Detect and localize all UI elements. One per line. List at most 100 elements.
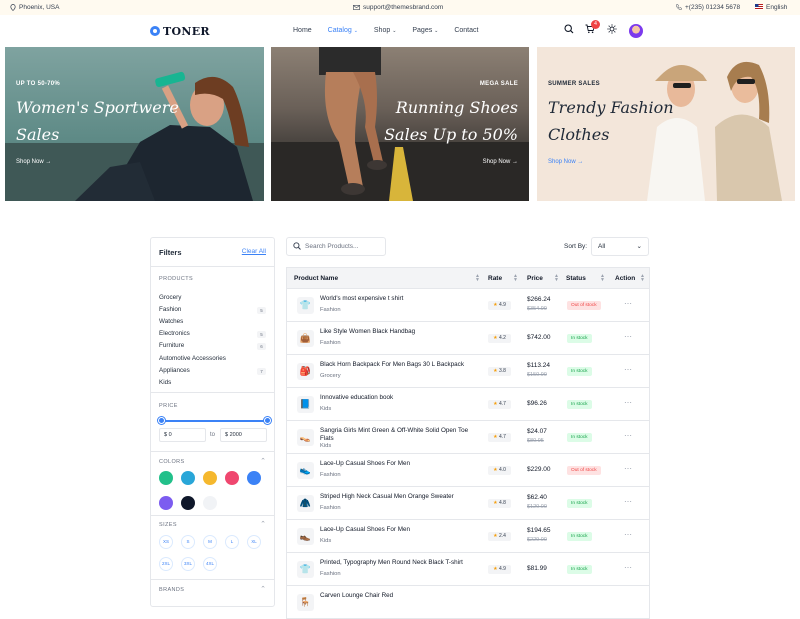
menu-item-catalog[interactable]: Catalog ⌄: [328, 27, 358, 34]
size-option[interactable]: XL: [247, 535, 261, 549]
table-row[interactable]: 👞 Lace-Up Casual Shoes For Men Kids ★ 2.4 $1…: [286, 520, 650, 553]
menu-item-contact[interactable]: Contact: [454, 27, 478, 34]
sort-icon[interactable]: ▲ ▼: [640, 274, 645, 283]
product-thumbnail: 👡: [297, 429, 314, 446]
category-item[interactable]: Appliances: [159, 367, 190, 374]
table-row[interactable]: 🪑 Carven Lounge Chair Red: [286, 586, 650, 619]
sort-icon[interactable]: ▲ ▼: [475, 274, 480, 283]
menu-item-home[interactable]: Home: [293, 27, 312, 34]
category-item[interactable]: Grocery: [159, 294, 181, 301]
product-name[interactable]: Carven Lounge Chair Red: [320, 592, 480, 600]
color-swatch[interactable]: [181, 496, 195, 510]
size-option[interactable]: M: [203, 535, 217, 549]
more-actions-icon[interactable]: ⋯: [624, 398, 632, 407]
product-name[interactable]: Lace-Up Casual Shoes For Men: [320, 526, 480, 534]
size-option[interactable]: 3XL: [181, 557, 195, 571]
filters-panel: Filters Clear All PRODUCTS Grocery Fashio…: [150, 237, 275, 607]
sort-icon[interactable]: ▲ ▼: [513, 274, 518, 283]
color-swatch[interactable]: [159, 496, 173, 510]
more-actions-icon[interactable]: ⋯: [624, 299, 632, 308]
color-swatch[interactable]: [247, 471, 261, 485]
more-actions-icon[interactable]: ⋯: [624, 431, 632, 440]
category-item[interactable]: Kids: [159, 379, 171, 386]
column-header-rate[interactable]: Rate: [488, 275, 502, 282]
color-swatch[interactable]: [159, 471, 173, 485]
product-name[interactable]: Like Style Women Black Handbag: [320, 328, 480, 336]
chevron-up-icon[interactable]: ⌃: [260, 457, 266, 465]
price-range-slider[interactable]: [161, 420, 268, 422]
sort-icon[interactable]: ▲ ▼: [600, 274, 605, 283]
divider: [151, 266, 274, 267]
brand-logo[interactable]: TONER: [150, 25, 210, 38]
menu-item-shop[interactable]: Shop ⌄: [374, 27, 397, 34]
table-row[interactable]: 📘 Innovative education book Kids ★ 4.7 $96.2…: [286, 388, 650, 421]
table-row[interactable]: 🧥 Striped High Neck Casual Men Orange Swe…: [286, 487, 650, 520]
price-to-label: to: [210, 432, 216, 438]
chevron-up-icon[interactable]: ⌃: [260, 585, 266, 593]
color-swatch[interactable]: [203, 471, 217, 485]
more-actions-icon[interactable]: ⋯: [624, 497, 632, 506]
shop-now-link[interactable]: Shop Now →: [548, 159, 583, 165]
column-header-action[interactable]: Action: [615, 275, 635, 282]
price-max-input[interactable]: $ 2000: [220, 428, 267, 442]
category-item[interactable]: Automotive Accessories: [159, 355, 226, 362]
search-icon[interactable]: [564, 24, 574, 34]
product-name[interactable]: World's most expensive t shirt: [320, 295, 480, 303]
sort-by-label: Sort By:: [564, 243, 588, 250]
language-selector[interactable]: English: [755, 4, 787, 11]
product-name[interactable]: Innovative education book: [320, 394, 480, 402]
color-swatch[interactable]: [225, 471, 239, 485]
category-item[interactable]: Watches: [159, 318, 183, 325]
price-min-input[interactable]: $ 0: [159, 428, 206, 442]
clear-all-link[interactable]: Clear All: [242, 248, 266, 255]
table-row[interactable]: 👡 Sangria Girls Mint Green & Off-White So…: [286, 421, 650, 454]
price-max-handle[interactable]: [264, 417, 271, 424]
table-row[interactable]: 👟 Lace-Up Casual Shoes For Men Fashion ★ 4.…: [286, 454, 650, 487]
price-min-handle[interactable]: [158, 417, 165, 424]
sizes-section-label: SIZES: [159, 522, 177, 528]
category-item[interactable]: Fashion: [159, 306, 181, 313]
more-actions-icon[interactable]: ⋯: [624, 332, 632, 341]
chevron-up-icon[interactable]: ⌃: [260, 520, 266, 528]
support-email[interactable]: support@themesbrand.com: [353, 4, 443, 11]
more-actions-icon[interactable]: ⋯: [624, 464, 632, 473]
shop-now-link[interactable]: Shop Now →: [16, 159, 51, 165]
category-item[interactable]: Furniture: [159, 342, 184, 349]
category-item[interactable]: Electronics: [159, 330, 190, 337]
promo-banner-running-shoes[interactable]: MEGA SALE Running Shoes Sales Up to 50% S…: [271, 47, 529, 201]
product-name[interactable]: Sangria Girls Mint Green & Off-White Sol…: [320, 427, 480, 443]
location-text: Phoenix, USA: [19, 4, 60, 12]
product-name[interactable]: Lace-Up Casual Shoes For Men: [320, 460, 480, 468]
more-actions-icon[interactable]: ⋯: [624, 365, 632, 374]
search-products-input[interactable]: Search Products...: [286, 237, 386, 256]
size-option[interactable]: L: [225, 535, 239, 549]
product-name[interactable]: Striped High Neck Casual Men Orange Swea…: [320, 493, 480, 501]
size-option[interactable]: 2XL: [159, 557, 173, 571]
rating-value: 4.0: [498, 467, 506, 473]
user-avatar[interactable]: [629, 24, 643, 38]
more-actions-icon[interactable]: ⋯: [624, 530, 632, 539]
sort-by-select[interactable]: All ⌄: [591, 237, 649, 256]
table-row[interactable]: 🎒 Black Horn Backpack For Men Bags 30 L B…: [286, 355, 650, 388]
promo-banner-sportswear[interactable]: UP TO 50-70% Women's Sportwere Sales Shop…: [5, 47, 264, 201]
shop-now-link[interactable]: Shop Now →: [483, 159, 518, 165]
table-row[interactable]: 👜 Like Style Women Black Handbag Fashion ★ …: [286, 322, 650, 355]
support-phone[interactable]: +(235) 01234 5678: [676, 4, 740, 11]
column-header-product-name[interactable]: Product Name: [294, 275, 338, 282]
menu-item-pages[interactable]: Pages ⌄: [412, 27, 438, 34]
column-header-price[interactable]: Price: [527, 275, 543, 282]
sun-icon[interactable]: [607, 24, 617, 34]
size-option[interactable]: 4XL: [203, 557, 217, 571]
promo-banner-trendy-fashion[interactable]: SUMMER SALES Trendy Fashion Clothes Shop …: [537, 47, 795, 201]
color-swatch[interactable]: [181, 471, 195, 485]
size-option[interactable]: S: [181, 535, 195, 549]
more-actions-icon[interactable]: ⋯: [624, 563, 632, 572]
color-swatch[interactable]: [203, 496, 217, 510]
product-name[interactable]: Black Horn Backpack For Men Bags 30 L Ba…: [320, 361, 480, 369]
product-name[interactable]: Printed, Typography Men Round Neck Black…: [320, 559, 480, 567]
table-row[interactable]: 👕 World's most expensive t shirt Fashion ★ …: [286, 289, 650, 322]
column-header-status[interactable]: Status: [566, 275, 586, 282]
table-row[interactable]: 👕 Printed, Typography Men Round Neck Blac…: [286, 553, 650, 586]
sort-icon[interactable]: ▲ ▼: [554, 274, 559, 283]
size-option[interactable]: XS: [159, 535, 173, 549]
